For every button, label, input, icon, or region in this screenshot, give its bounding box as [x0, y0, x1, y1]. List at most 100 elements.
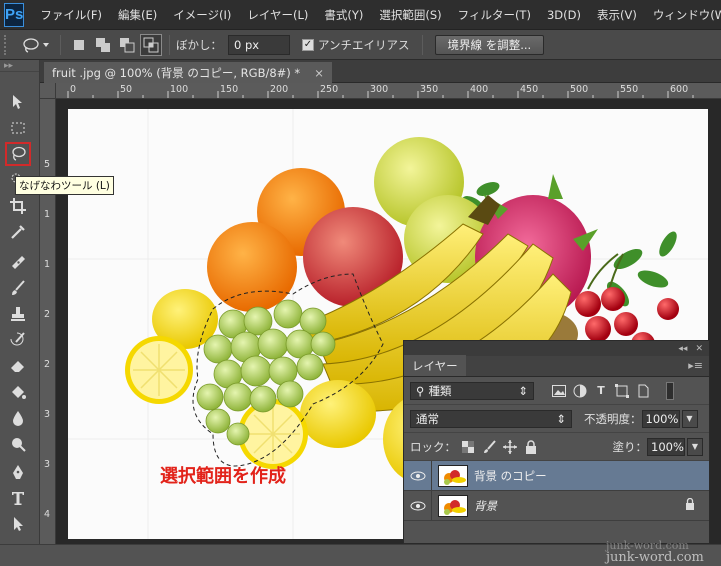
lasso-icon [12, 146, 26, 161]
chevron-icon: ⇕ [518, 383, 528, 398]
options-bar: ぼかし： 0 px ✓ アンチエイリアス 境界線 を調整... [0, 30, 721, 60]
eraser-icon [11, 361, 24, 372]
eraser-tool[interactable] [5, 354, 31, 378]
lock-transparent-icon[interactable] [459, 438, 477, 456]
ruler-label: 1 [44, 209, 51, 220]
opacity-input[interactable]: 100% [641, 409, 680, 428]
paint-bucket-tool[interactable] [5, 380, 31, 404]
feather-input[interactable]: 0 px [228, 34, 290, 55]
filter-kind-select[interactable]: ⚲ 種類 ⇕ [410, 381, 534, 400]
dodge-tool[interactable] [5, 432, 31, 456]
blend-mode-select[interactable]: 通常 ⇕ [410, 409, 572, 428]
lasso-icon [23, 37, 49, 53]
lasso-tool[interactable] [5, 142, 31, 166]
crop-tool[interactable] [5, 194, 31, 218]
new-selection-button[interactable] [68, 34, 90, 56]
layer-name: 背景 [474, 498, 497, 513]
fill-input[interactable]: 100% [647, 437, 685, 456]
menu-layer[interactable]: レイヤー(L) [239, 0, 316, 30]
pen-tool[interactable] [5, 460, 31, 484]
intersect-selection-icon [143, 37, 159, 52]
filter-adjustment-icon[interactable] [571, 382, 589, 400]
blur-tool[interactable] [5, 406, 31, 430]
clone-stamp-tool[interactable] [5, 302, 31, 326]
separator [169, 34, 170, 55]
fill-dropdown[interactable]: ▼ [687, 437, 703, 456]
filter-toggle[interactable] [666, 381, 674, 400]
filter-pixel-icon[interactable] [550, 382, 568, 400]
photoshop-window: Ps ファイル(F) 編集(E) イメージ(I) レイヤー(L) 書式(Y) 選… [0, 0, 721, 566]
antialias-checkbox[interactable]: ✓ [302, 38, 314, 51]
menu-file[interactable]: ファイル(F) [32, 0, 110, 30]
crop-icon [10, 198, 26, 214]
panel-menu-icon[interactable]: ▸≡ [688, 355, 703, 376]
healing-brush-tool[interactable] [5, 250, 31, 274]
search-icon: ⚲ [416, 383, 425, 398]
layer-row[interactable]: 背景 のコピー [404, 460, 709, 491]
dodge-icon [12, 438, 26, 452]
watermark-line: junk-word.com [606, 539, 689, 552]
tab-layers[interactable]: レイヤー [404, 355, 466, 376]
subtract-from-selection-button[interactable] [116, 34, 138, 56]
menu-edit[interactable]: 編集(E) [110, 0, 165, 30]
menu-3d[interactable]: 3D(D) [539, 0, 589, 30]
lock-position-icon[interactable] [501, 438, 519, 456]
tool-preset-picker[interactable] [18, 34, 54, 56]
lock-all-icon[interactable] [522, 438, 540, 456]
feather-label: ぼかし： [176, 37, 222, 52]
layer-row[interactable]: 背景 [404, 490, 709, 521]
document-tab-bar: fruit .jpg @ 100% (背景 のコピー, RGB/8#) * × [40, 60, 721, 83]
bandage-icon [12, 256, 25, 269]
menu-type[interactable]: 書式(Y) [316, 0, 371, 30]
close-tab-icon[interactable]: × [314, 66, 324, 80]
pen-icon [13, 465, 23, 479]
menu-select[interactable]: 選択範囲(S) [371, 0, 449, 30]
options-grip[interactable] [4, 34, 10, 55]
lock-row: ロック： 塗り： 100% ▼ [404, 433, 709, 461]
menu-window[interactable]: ウィンドウ(W [645, 0, 721, 30]
move-icon [13, 95, 22, 109]
history-brush-tool[interactable] [5, 328, 31, 352]
lock-label: ロック： [410, 439, 456, 454]
brush-tool[interactable] [5, 276, 31, 300]
menu-view[interactable]: 表示(V) [589, 0, 645, 30]
ruler-label: 200 [270, 84, 289, 95]
arrow-icon [14, 517, 23, 531]
collapse-icon[interactable]: ◂◂ [678, 344, 687, 354]
ruler-label: 100 [170, 84, 189, 95]
layer-name: 背景 のコピー [474, 468, 547, 483]
ruler-label: 350 [420, 84, 439, 95]
add-to-selection-button[interactable] [92, 34, 114, 56]
chevron-icon: ⇕ [556, 411, 566, 426]
horizontal-ruler: 0 50 100 150 200 250 300 350 400 450 500… [56, 83, 721, 99]
ruler-label: 4 [44, 509, 51, 520]
move-tool[interactable] [5, 90, 31, 114]
panel-titlebar[interactable]: ◂◂ ✕ [404, 341, 709, 356]
path-selection-tool[interactable] [5, 512, 31, 536]
close-panel-icon[interactable]: ✕ [695, 344, 703, 354]
intersect-selection-button[interactable] [140, 33, 162, 56]
filter-smart-object-icon[interactable] [634, 382, 652, 400]
subtract-selection-icon [120, 37, 135, 52]
layer-thumbnail [438, 464, 468, 487]
visibility-eye-icon[interactable] [404, 490, 432, 521]
type-tool[interactable] [5, 486, 31, 510]
menu-filter[interactable]: フィルター(T) [450, 0, 539, 30]
droplet-icon [13, 411, 23, 426]
stamp-icon [11, 307, 25, 321]
ruler-label: 450 [520, 84, 539, 95]
marquee-tool[interactable] [5, 116, 31, 140]
eyedropper-tool[interactable] [5, 220, 31, 244]
filter-shape-icon[interactable] [613, 382, 631, 400]
refine-edge-button[interactable]: 境界線 を調整... [434, 34, 545, 55]
visibility-eye-icon[interactable] [404, 460, 432, 491]
filter-type-icon[interactable]: T [592, 382, 610, 400]
menu-image[interactable]: イメージ(I) [165, 0, 239, 30]
filter-row: ⚲ 種類 ⇕ T [404, 377, 709, 405]
opacity-dropdown[interactable]: ▼ [681, 409, 698, 428]
document-tab[interactable]: fruit .jpg @ 100% (背景 のコピー, RGB/8#) * × [44, 62, 332, 83]
lock-image-icon[interactable] [480, 438, 498, 456]
ruler-label: 400 [470, 84, 489, 95]
blend-mode-value: 通常 [416, 411, 439, 426]
tools-grip[interactable]: ▸▸ [0, 60, 39, 72]
